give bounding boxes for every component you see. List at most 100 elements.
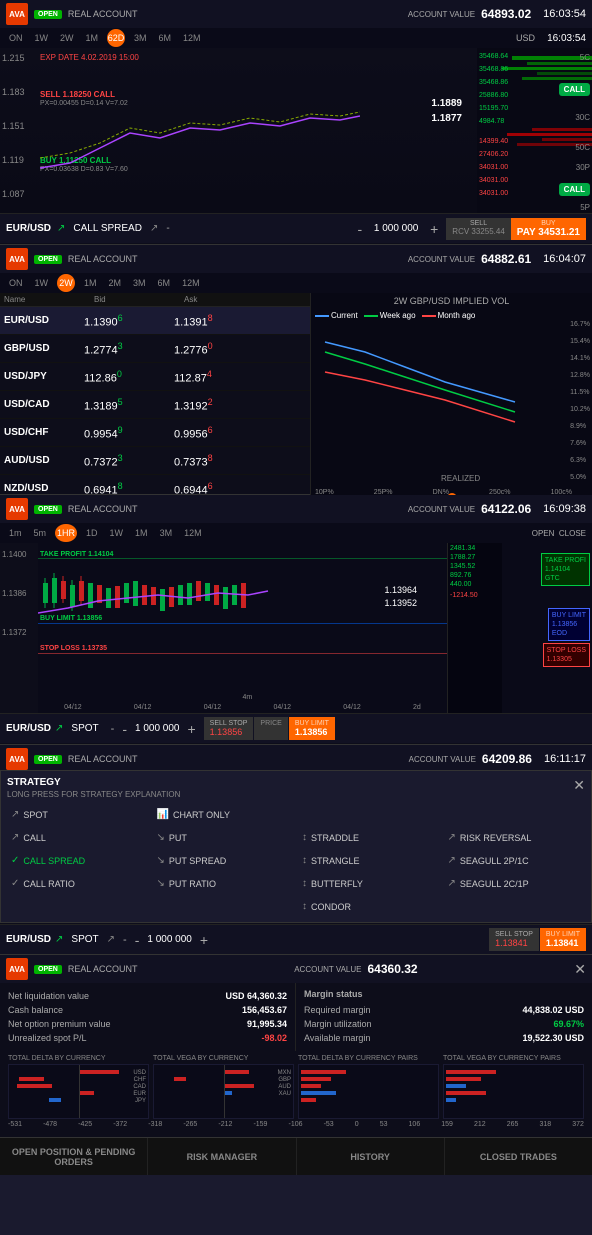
margin-util-label: Margin utilization: [304, 1019, 372, 1029]
buy-display-1[interactable]: BUY PAY 34531.21: [511, 218, 586, 240]
put-ratio-label: PUT RATIO: [169, 879, 216, 889]
p3-sep: -: [111, 723, 115, 735]
pair-row-usdcad[interactable]: USD/CAD 1.31895 1.31922: [0, 391, 310, 419]
nav-closed-trades[interactable]: CLOSED TRADES: [445, 1138, 592, 1175]
nav-open-positions[interactable]: OPEN POSITION & PENDING ORDERS: [0, 1138, 148, 1175]
strategy-put[interactable]: ↘ PUT: [153, 828, 295, 847]
ob-num-r1: 14399.40: [479, 138, 508, 145]
pair-row-gbpusd[interactable]: GBP/USD 1.27743 1.27760: [0, 335, 310, 363]
tf2-2w[interactable]: 2W: [57, 274, 75, 292]
p3-time-axis: 04/12 04/12 04/12 04/12 04/12 2d: [38, 704, 447, 711]
condor-label: CONDOR: [311, 902, 351, 912]
account-label-1: REAL ACCOUNT: [68, 9, 138, 19]
call-badge-top[interactable]: CALL: [559, 83, 590, 96]
qty-minus-btn-1[interactable]: -: [357, 221, 362, 237]
pair-row-usdchf[interactable]: USD/CHF 0.99549 0.99566: [0, 419, 310, 447]
vega-mxn-label: MXN: [278, 1070, 291, 1076]
vega-divider: [224, 1065, 225, 1118]
strategy-condor[interactable]: ↕ CONDOR: [298, 897, 440, 916]
rs-price-30p: 30P: [576, 163, 590, 172]
tf3-1d[interactable]: 1D: [83, 527, 101, 539]
tf2-2m[interactable]: 2M: [106, 277, 125, 289]
strategy-put-ratio[interactable]: ↘ PUT RATIO: [153, 874, 295, 893]
panel1-bottom-bar: EUR/USD ↗ CALL SPREAD ↗ - - 1 000 000 + …: [0, 213, 592, 243]
tf3-5m[interactable]: 5m: [31, 527, 50, 539]
pair-row-eurusd[interactable]: EUR/USD 1.13906 1.13918: [0, 307, 310, 335]
price-right-1: 1.1889: [431, 98, 462, 109]
p3-qty-plus[interactable]: +: [187, 721, 195, 737]
pair-row-audusd[interactable]: AUD/USD 0.73723 0.73738: [0, 447, 310, 475]
strategy-call[interactable]: ↗ CALL: [7, 828, 149, 847]
strategy-spot[interactable]: ↗ SPOT: [7, 805, 149, 824]
delta-bar-chf: [19, 1077, 44, 1081]
dp-bar-2: [301, 1077, 331, 1081]
tf2-3m[interactable]: 3M: [130, 277, 149, 289]
tf3-1m2[interactable]: 1M: [132, 527, 151, 539]
tf-btn-62d-1[interactable]: 62D: [107, 29, 125, 47]
tf3-12m[interactable]: 12M: [181, 527, 205, 539]
strategy-put-spread[interactable]: ↘ PUT SPREAD: [153, 851, 295, 870]
strategy-seagull-2c1p[interactable]: ↗ SEAGULL 2C/1P: [444, 874, 586, 893]
tf-btn-12m-1[interactable]: 12M: [180, 32, 204, 44]
vega-bar-1: [224, 1070, 249, 1074]
tf2-1w[interactable]: 1W: [32, 277, 52, 289]
tf-btn-3m-1[interactable]: 3M: [131, 32, 150, 44]
tf3-3m[interactable]: 3M: [157, 527, 176, 539]
price-right-2: 1.1877: [431, 113, 462, 124]
tf2-12m[interactable]: 12M: [179, 277, 203, 289]
p4-buy-limit[interactable]: BUY LIMIT 1.13841: [540, 928, 586, 951]
tf-btn-1m-1[interactable]: 1M: [83, 32, 102, 44]
panel3-trading-chart: AVA OPEN REAL ACCOUNT ACCOUNT VALUE 6412…: [0, 495, 592, 745]
total-vega2-label: TOTAL VEGA BY CURRENCY PAIRS: [443, 1055, 584, 1062]
panel1-options-chart: AVA OPEN REAL ACCOUNT ACCOUNT VALUE 6489…: [0, 0, 592, 245]
p3-qty-minus[interactable]: -: [122, 721, 127, 737]
tf2-1m[interactable]: 1M: [81, 277, 100, 289]
close-btn-5[interactable]: ✕: [574, 961, 586, 978]
put-ratio-icon: ↘: [157, 878, 165, 889]
qty-plus-btn-1[interactable]: +: [430, 221, 438, 237]
strangle-icon: ↕: [302, 855, 307, 866]
strategy-seagull-2p1c[interactable]: ↗ SEAGULL 2P/1C: [444, 851, 586, 870]
tf3-1w[interactable]: 1W: [107, 527, 127, 539]
delta-chf-label: CHF: [134, 1077, 146, 1083]
p4-qty-minus[interactable]: -: [135, 932, 140, 948]
strategy-call-spread[interactable]: ✓ CALL SPREAD: [7, 851, 149, 870]
straddle-icon: ↕: [302, 832, 307, 843]
p3-sell-stop[interactable]: SELL STOP 1.13856: [204, 717, 254, 740]
put-label: PUT: [169, 833, 187, 843]
nav-history[interactable]: HISTORY: [297, 1138, 445, 1175]
bid-usdcad: 1.31895: [84, 397, 174, 413]
tf2-on[interactable]: ON: [6, 277, 26, 289]
tf-btn-1w-1[interactable]: 1W: [32, 32, 52, 44]
tf3-1hr[interactable]: 1HR: [55, 524, 77, 542]
ob-bar-5: [522, 77, 592, 80]
ob-p3-2: 1788.27: [450, 554, 500, 561]
open-badge-4: OPEN: [34, 755, 62, 764]
ob-bar-r2: [507, 133, 592, 136]
sell-display-1[interactable]: SELL RCV 33255.44: [446, 218, 510, 240]
strategy-call-ratio[interactable]: ✓ CALL RATIO: [7, 874, 149, 893]
tf-btn-6m-1[interactable]: 6M: [156, 32, 175, 44]
p4-qty-plus[interactable]: +: [200, 932, 208, 948]
p3-buy-limit[interactable]: BUY LIMIT 1.13856: [289, 717, 335, 740]
pair-eurusd: EUR/USD: [4, 315, 84, 326]
tf2-6m[interactable]: 6M: [155, 277, 174, 289]
ask-eurusd: 1.13918: [174, 313, 264, 329]
tf-btn-2w-1[interactable]: 2W: [57, 32, 77, 44]
call-icon: ↗: [11, 832, 19, 843]
strategy-risk-reversal[interactable]: ↗ RISK REVERSAL: [444, 828, 586, 847]
call-badge-bottom[interactable]: CALL: [559, 183, 590, 196]
tf-btn-on-1[interactable]: ON: [6, 32, 26, 44]
pair-row-usdjpy[interactable]: USD/JPY 112.860 112.874: [0, 363, 310, 391]
delta-vega-headers: TOTAL DELTA BY CURRENCY TOTAL VEGA BY CU…: [8, 1055, 584, 1062]
nav-risk-manager[interactable]: RISK MANAGER: [148, 1138, 296, 1175]
account-label-3: REAL ACCOUNT: [68, 504, 138, 514]
tf3-1m[interactable]: 1m: [6, 527, 25, 539]
strategy-strangle[interactable]: ↕ STRANGLE: [298, 851, 440, 870]
strategy-close-btn[interactable]: ✕: [573, 777, 585, 794]
strategy-straddle[interactable]: ↕ STRADDLE: [298, 828, 440, 847]
sl-badge: STOP LOSS1.13305: [543, 643, 590, 667]
strategy-chart-only[interactable]: 📊 CHART ONLY: [153, 805, 295, 824]
p4-sell-stop[interactable]: SELL STOP 1.13841: [489, 928, 539, 951]
strategy-butterfly[interactable]: ↕ BUTTERFLY: [298, 874, 440, 893]
